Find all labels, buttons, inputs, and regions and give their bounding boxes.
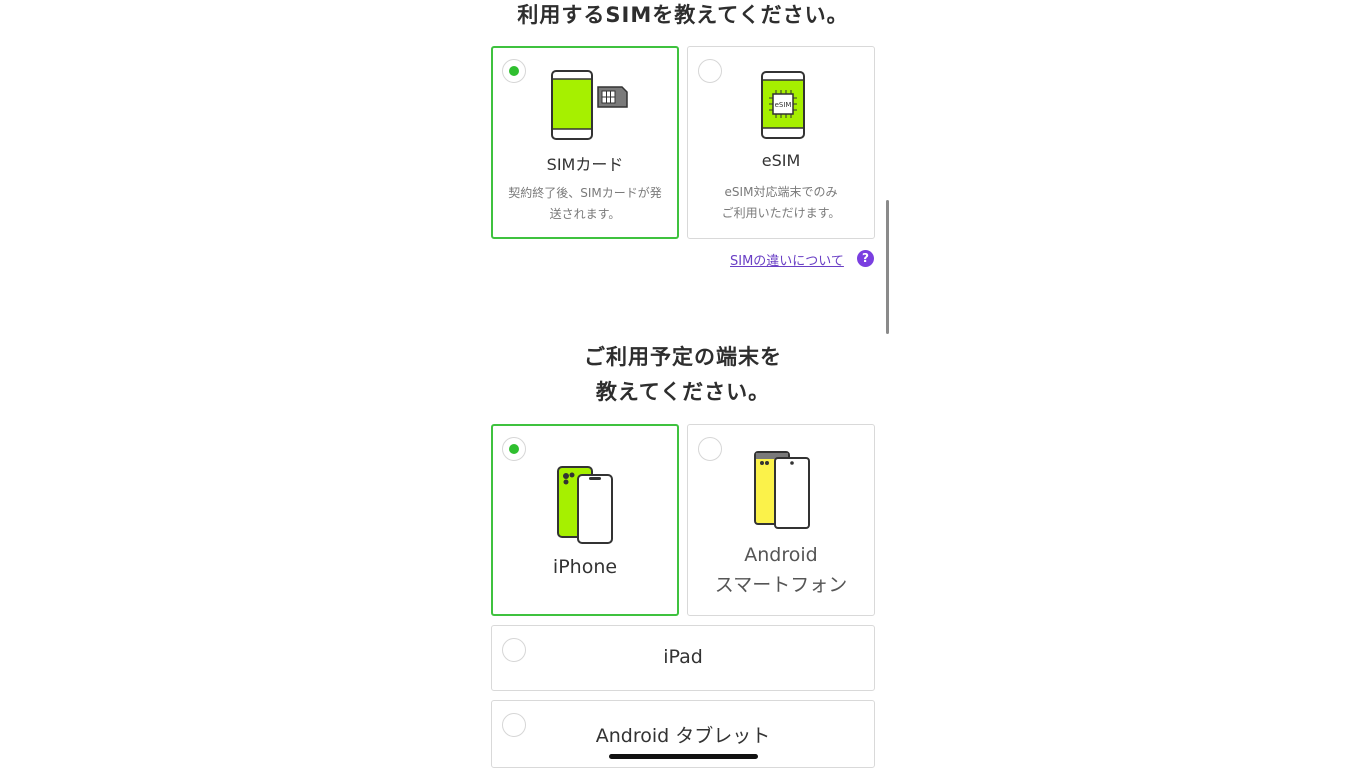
android-label-line1: Android [744,544,818,566]
scrollbar[interactable] [886,200,889,334]
device-heading-line1: ご利用予定の端末を [584,345,782,369]
iphone-option[interactable]: iPhone [491,424,679,616]
sim-card-phone-icon [551,70,628,140]
radio-selected-dot [509,66,519,76]
sim-card-label: SIMカード [546,155,624,174]
iphone-radio[interactable] [502,437,526,461]
esim-desc-line2: ご利用いただけます。 [721,206,841,220]
home-indicator[interactable] [609,754,758,759]
iphone-icon [557,466,613,544]
esim-label: eSIM [761,151,801,170]
sim-card-desc-line2: 送されます。 [549,207,621,221]
esim-radio[interactable] [698,59,722,83]
sim-card-desc-line1: 契約終了後、SIMカードが発 [508,186,662,200]
esim-description: eSIM対応端末でのみ ご利用いただけます。 [698,182,864,224]
ipad-label: iPad [663,646,703,668]
esim-chip-text: eSIM [775,101,792,109]
esim-desc-line1: eSIM対応端末でのみ [724,185,838,199]
device-selection-page: 利用するSIMを教えてください。 SIMカード 契約終了後、SIMカードが発 送… [0,0,1366,768]
sim-card-description: 契約終了後、SIMカードが発 送されます。 [503,183,667,225]
sim-difference-link[interactable]: SIMの違いについて [730,250,844,269]
question-icon[interactable]: ? [857,250,874,267]
esim-option[interactable]: eSIM eSIM eSIM対応端末でのみ ご利用いただけます。 [687,46,875,239]
device-heading: ご利用予定の端末を 教えてください。 [0,340,1366,410]
radio-selected-dot [509,444,519,454]
android-tablet-label: Android タブレット [595,725,771,747]
android-smartphone-option[interactable]: Android スマートフォン [687,424,875,616]
android-smartphone-radio[interactable] [698,437,722,461]
android-phone-icon [754,451,810,529]
esim-phone-icon: eSIM [761,71,805,139]
android-smartphone-label: Android スマートフォン [688,540,874,600]
sim-heading: 利用するSIMを教えてください。 [517,3,849,27]
iphone-label: iPhone [552,556,618,578]
android-label-line2: スマートフォン [714,574,848,596]
sim-card-radio[interactable] [502,59,526,83]
sim-card-option[interactable]: SIMカード 契約終了後、SIMカードが発 送されます。 [491,46,679,239]
device-heading-line2: 教えてください。 [595,380,771,404]
ipad-option[interactable]: iPad [491,625,875,691]
